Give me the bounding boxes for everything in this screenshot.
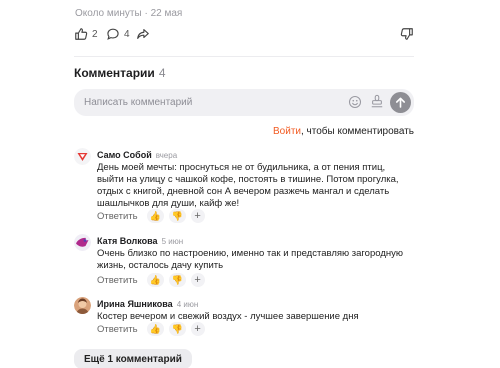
thumbs-up-emoji-icon: 👍 [149, 210, 161, 221]
thumbs-up-icon [75, 28, 88, 40]
plus-icon: + [194, 274, 201, 286]
comments-heading: Комментарии 4 [74, 66, 166, 80]
avatar-image [74, 297, 91, 314]
thumbs-up-emoji-icon: 👍 [149, 323, 161, 334]
thumbs-down-emoji-icon: 👎 [171, 323, 183, 334]
arrow-up-icon [396, 97, 405, 108]
reply-button[interactable]: Ответить [97, 211, 138, 222]
like-button[interactable]: 2 [74, 27, 98, 41]
reaction-like-button[interactable]: 👍 [146, 322, 164, 336]
sticker-icon[interactable] [370, 94, 384, 109]
add-reaction-button[interactable]: + [190, 273, 205, 287]
reaction-like-button[interactable]: 👍 [146, 273, 164, 287]
meta-separator: · [144, 8, 148, 19]
thumbs-up-emoji-icon: 👍 [149, 274, 161, 285]
comment-text: День моей мечты: проснуться не от будиль… [97, 162, 399, 209]
reaction-dislike-button[interactable]: 👎 [168, 273, 186, 287]
comment-actions: Ответить 👍 👎 + [97, 322, 205, 336]
comment-date: вчера [155, 151, 178, 160]
section-divider [74, 56, 414, 57]
reaction-dislike-button[interactable]: 👎 [168, 209, 186, 223]
comment-input-placeholder: Написать комментарий [84, 97, 193, 108]
avatar[interactable] [74, 297, 91, 314]
comment-date: 4 июн [176, 300, 199, 309]
like-count: 2 [92, 28, 98, 40]
share-button[interactable] [136, 27, 150, 41]
comment-item: Ирина Яшникова 4 июн Костер вечером и све… [74, 297, 414, 343]
login-prompt: Войти, чтобы комментировать [273, 126, 414, 137]
login-link[interactable]: Войти [273, 126, 301, 137]
comment-header: Само Собой вчера [97, 150, 177, 160]
reply-button[interactable]: Ответить [97, 275, 138, 286]
comment-actions: Ответить 👍 👎 + [97, 209, 205, 223]
avatar-image [74, 148, 91, 165]
thumbs-down-icon [400, 28, 413, 40]
thumbs-down-emoji-icon: 👎 [171, 274, 183, 285]
comment-input[interactable]: Написать комментарий [74, 89, 414, 116]
add-reaction-button[interactable]: + [190, 209, 205, 223]
comment-text: Очень близко по настроению, именно так и… [97, 248, 403, 271]
send-button[interactable] [390, 92, 411, 113]
comment-count: 4 [124, 28, 130, 40]
reaction-like-button[interactable]: 👍 [146, 209, 164, 223]
comment-actions: Ответить 👍 👎 + [97, 273, 205, 287]
comment-header: Катя Волкова 5 июн [97, 236, 183, 246]
emoji-icon[interactable] [348, 95, 362, 109]
avatar[interactable] [74, 234, 91, 251]
plus-icon: + [194, 323, 201, 335]
comment-item: Само Собой вчера День моей мечты: проснут… [74, 148, 414, 224]
comment-date: 5 июн [161, 237, 184, 246]
thumbs-down-emoji-icon: 👎 [171, 210, 183, 221]
comments-button[interactable]: 4 [106, 27, 130, 41]
comment-item: Катя Волкова 5 июн Очень близко по настро… [74, 234, 414, 294]
load-more-comments-button[interactable]: Ещё 1 комментарий [74, 349, 192, 368]
reaction-dislike-button[interactable]: 👎 [168, 322, 186, 336]
dislike-button[interactable] [400, 27, 414, 41]
publish-date: 22 мая [150, 8, 183, 19]
comment-author[interactable]: Катя Волкова [97, 236, 158, 246]
plus-icon: + [194, 210, 201, 222]
reply-button[interactable]: Ответить [97, 324, 138, 335]
share-icon [137, 29, 149, 39]
add-reaction-button[interactable]: + [190, 322, 205, 336]
login-text: , чтобы комментировать [301, 126, 414, 137]
comments-title: Комментарии [74, 66, 155, 80]
comment-header: Ирина Яшникова 4 июн [97, 299, 198, 309]
article-actions: 2 4 [74, 27, 414, 45]
avatar[interactable] [74, 148, 91, 165]
read-time: Около минуты [75, 8, 142, 19]
comment-author[interactable]: Само Собой [97, 150, 152, 160]
article-meta: Около минуты · 22 мая [75, 8, 182, 19]
comment-bubble-icon [107, 28, 119, 40]
comments-count: 4 [158, 66, 166, 80]
avatar-image [74, 234, 91, 251]
comment-author[interactable]: Ирина Яшникова [97, 299, 173, 309]
